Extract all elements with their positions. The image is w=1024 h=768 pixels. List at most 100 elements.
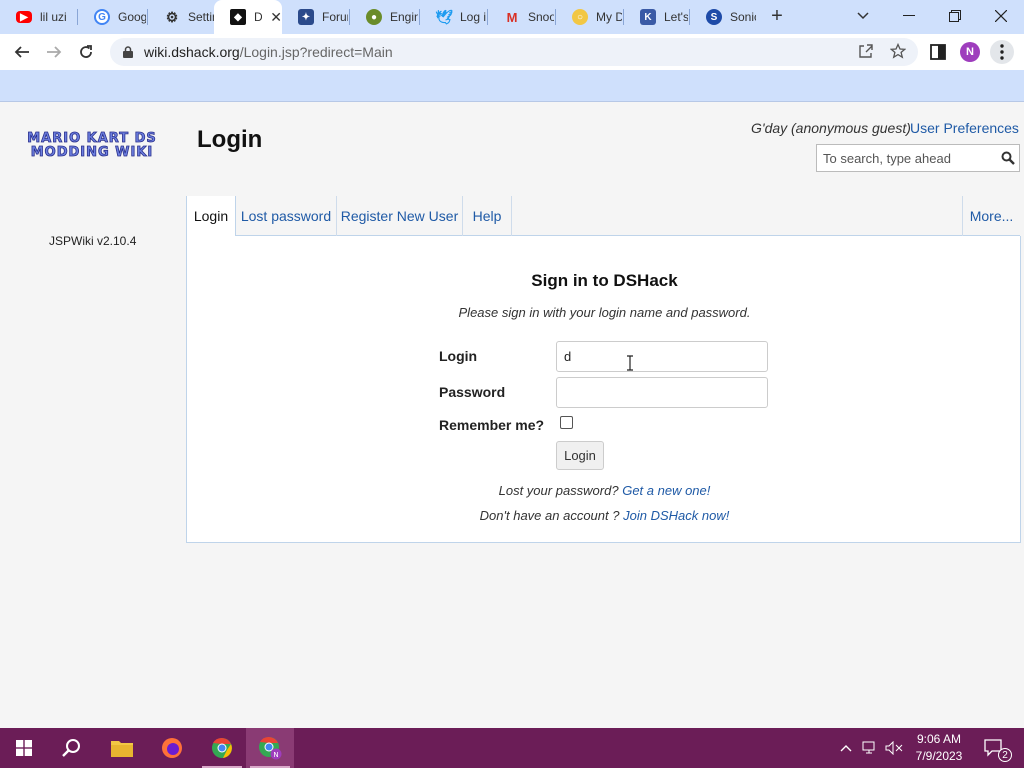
tab-login[interactable]: Login [186, 196, 236, 237]
signin-title: Sign in to DSHack [531, 271, 678, 290]
close-tab-icon[interactable]: ✕ [270, 9, 282, 26]
profile-initial: N [960, 42, 980, 62]
tab-title: lil uzi [40, 10, 67, 24]
share-icon[interactable] [855, 40, 877, 62]
get-new-password-link[interactable]: Get a new one! [622, 483, 710, 498]
browser-tab-9[interactable]: ○ My D [556, 0, 622, 34]
address-bar[interactable]: wiki.dshack.org/Login.jsp?redirect=Main [110, 38, 918, 66]
user-preferences-link[interactable]: User Preferences [910, 120, 1019, 136]
url-domain: wiki.dshack.org [144, 44, 240, 60]
gear-icon: ⚙ [165, 8, 179, 25]
gmail-icon: M [506, 9, 518, 25]
page-tabs: Login Lost password Register New User He… [186, 196, 1020, 237]
firefox-icon[interactable] [148, 728, 196, 768]
chrome-profile-icon[interactable]: N [246, 728, 294, 768]
site-logo[interactable]: MARIO KART DS MODDING WIKI [16, 129, 168, 161]
join-line: Don't have an account ? Join DSHack now! [187, 508, 1022, 523]
page-title: Login [197, 126, 263, 153]
version-label: JSPWiki v2.10.4 [49, 234, 137, 248]
clock-time: 9:06 AM [916, 732, 962, 746]
sonic-icon: S [706, 9, 722, 25]
tab-title: My D [596, 10, 622, 24]
tab-search-icon[interactable] [840, 0, 886, 32]
side-panel-icon[interactable] [926, 40, 950, 64]
new-tab-icon[interactable]: + [766, 5, 788, 27]
tab-title: D [254, 10, 263, 24]
tab-title: Engin [390, 10, 418, 24]
password-field[interactable] [556, 377, 768, 408]
profile-avatar[interactable]: N [958, 40, 982, 64]
minimize-icon[interactable] [886, 0, 932, 32]
url-path: /Login.jsp?redirect=Main [239, 44, 393, 60]
tab-lost-password[interactable]: Lost password [236, 196, 337, 236]
browser-toolbar: wiki.dshack.org/Login.jsp?redirect=Main … [0, 34, 1024, 70]
lock-icon[interactable] [120, 44, 136, 60]
dshack-icon: ◆ [230, 9, 246, 25]
engine-icon: ● [366, 9, 382, 25]
youtube-icon: ▶ [16, 11, 32, 23]
login-button[interactable]: Login [556, 441, 604, 470]
restore-icon[interactable] [932, 0, 978, 32]
tab-help[interactable]: Help [463, 196, 512, 236]
guest-greeting: G'day (anonymous guest) [751, 120, 911, 136]
forward-icon[interactable] [40, 38, 68, 66]
close-window-icon[interactable] [978, 0, 1024, 32]
login-label: Login [439, 348, 478, 364]
svg-text:MODDING WIKI: MODDING WIKI [31, 145, 154, 160]
browser-tab-3[interactable]: ⚙ Settin [148, 0, 214, 34]
search-placeholder: To search, type ahead [823, 150, 951, 166]
tab-title: Log i [460, 10, 486, 24]
network-icon[interactable] [860, 738, 880, 758]
search-input[interactable]: To search, type ahead [816, 144, 1020, 172]
twitter-icon: 🕊 [435, 8, 453, 25]
tab-more[interactable]: More... [962, 196, 1020, 236]
bookmarks-bar [0, 70, 1024, 102]
login-field[interactable] [556, 341, 768, 372]
tab-title: Forun [322, 10, 348, 24]
clock-date: 7/9/2023 [915, 749, 963, 763]
join-now-link[interactable]: Join DSHack now! [623, 508, 729, 523]
system-clock[interactable]: 9:06 AM 7/9/2023 [906, 731, 972, 765]
tab-title: Goog [118, 10, 146, 24]
browser-tab-2[interactable]: G Goog [78, 0, 146, 34]
lightbulb-icon: ○ [572, 9, 588, 25]
kb-icon: K [640, 9, 656, 25]
back-icon[interactable] [8, 38, 36, 66]
start-button[interactable] [0, 728, 48, 768]
forum-icon: ✦ [298, 9, 314, 25]
chrome-icon[interactable] [198, 728, 246, 768]
volume-muted-icon[interactable] [884, 738, 904, 758]
tab-title: Settin [188, 10, 214, 24]
wiki-page: MARIO KART DS MODDING WIKI Login G'day (… [0, 103, 1024, 728]
bookmark-star-icon[interactable] [887, 40, 909, 62]
browser-tab-5[interactable]: ✦ Forun [282, 0, 348, 34]
remember-me-checkbox[interactable] [560, 416, 573, 429]
tab-register[interactable]: Register New User [337, 196, 463, 236]
lost-password-line: Lost your password? Get a new one! [187, 483, 1022, 498]
reload-icon[interactable] [72, 38, 100, 66]
browser-tab-8[interactable]: M Snoo [488, 0, 554, 34]
tab-title: Sonic [730, 10, 756, 24]
notifications-icon[interactable]: 2 [982, 738, 1012, 762]
browser-tab-7[interactable]: 🕊 Log i [420, 0, 486, 34]
notification-count: 2 [998, 748, 1012, 762]
remember-label: Remember me? [439, 417, 545, 433]
svg-text:MARIO KART DS: MARIO KART DS [27, 131, 157, 146]
login-panel: Sign in to DSHack Please sign in with yo… [186, 236, 1021, 543]
browser-tab-11[interactable]: S Sonic [690, 0, 756, 34]
browser-tab-10[interactable]: K Let's [624, 0, 688, 34]
chrome-menu-icon[interactable] [990, 40, 1014, 64]
search-icon[interactable] [1001, 151, 1015, 168]
tab-title: Let's [664, 10, 688, 24]
browser-tab-6[interactable]: ● Engin [350, 0, 418, 34]
signin-subtitle: Please sign in with your login name and … [458, 305, 751, 320]
file-explorer-icon[interactable] [98, 728, 146, 768]
search-icon[interactable] [48, 728, 96, 768]
show-hidden-icons-icon[interactable] [836, 738, 856, 758]
password-label: Password [439, 384, 506, 400]
tab-title: Snoo [528, 10, 554, 24]
browser-tab-active[interactable]: ◆ D ✕ [214, 0, 282, 34]
google-icon: G [94, 9, 110, 25]
windows-taskbar: N 9:06 AM 7/9/2023 2 [0, 728, 1024, 768]
browser-tab-1[interactable]: ▶ lil uzi [0, 0, 76, 34]
